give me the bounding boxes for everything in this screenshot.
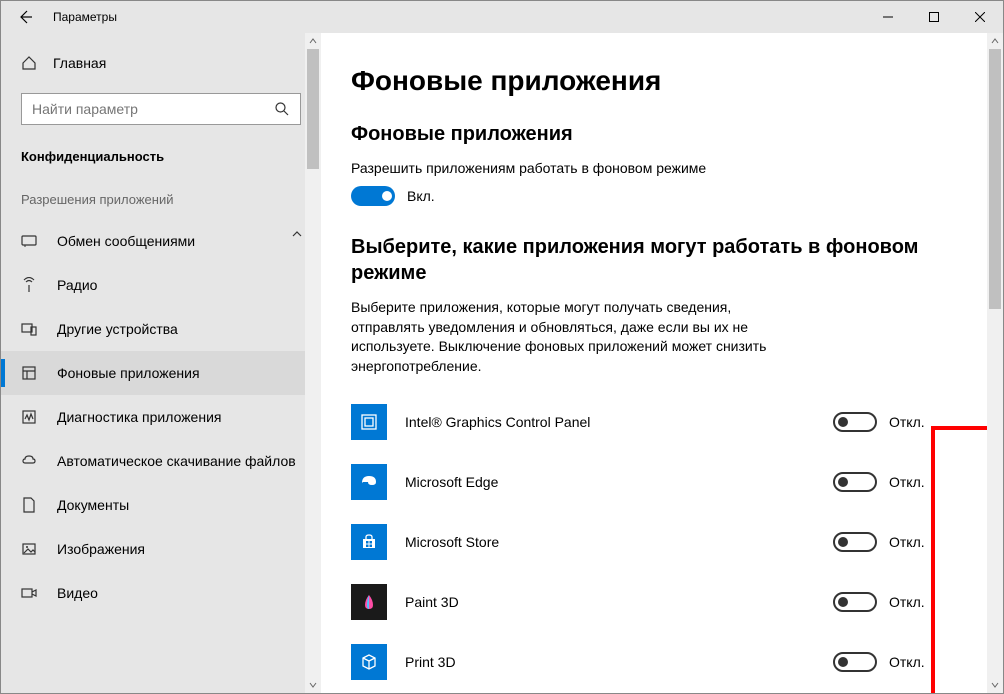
edge-icon <box>351 464 387 500</box>
section2-desc: Выберите приложения, которые могут получ… <box>351 298 771 376</box>
sidebar-item-background-apps[interactable]: Фоновые приложения <box>1 351 321 395</box>
app-toggle-label: Откл. <box>889 594 925 610</box>
master-toggle-row: Вкл. <box>351 186 973 206</box>
print3d-icon <box>351 644 387 680</box>
paint3d-icon <box>351 584 387 620</box>
app-name: Microsoft Edge <box>405 474 833 490</box>
section1-desc: Разрешить приложениям работать в фоновом… <box>351 160 973 176</box>
app-row: Paint 3D Откл. <box>351 572 973 632</box>
app-name: Intel® Graphics Control Panel <box>405 414 833 430</box>
app-toggle[interactable] <box>833 652 877 672</box>
sidebar-item-pictures[interactable]: Изображения <box>1 527 321 571</box>
scroll-thumb[interactable] <box>307 49 319 169</box>
app-row: Print 3D Откл. <box>351 632 973 692</box>
minimize-button[interactable] <box>865 1 911 33</box>
master-toggle[interactable] <box>351 186 395 206</box>
sidebar-item-auto-download[interactable]: Автоматическое скачивание файлов <box>1 439 321 483</box>
sidebar-item-label: Документы <box>57 497 129 513</box>
scroll-up-icon[interactable] <box>987 33 1003 49</box>
app-row: Microsoft Store Откл. <box>351 512 973 572</box>
arrow-left-icon <box>17 9 33 25</box>
titlebar: Параметры <box>1 1 1003 33</box>
sidebar: Главная Конфиденциальность Разрешения пр… <box>1 33 321 693</box>
sidebar-item-label: Другие устройства <box>57 321 178 337</box>
app-name: Paint 3D <box>405 594 833 610</box>
close-button[interactable] <box>957 1 1003 33</box>
app-name: Microsoft Store <box>405 534 833 550</box>
home-label: Главная <box>53 55 106 71</box>
category-title: Конфиденциальность <box>1 139 321 180</box>
scroll-down-icon[interactable] <box>305 677 321 693</box>
app-toggle-label: Откл. <box>889 474 925 490</box>
search-input[interactable] <box>21 93 301 125</box>
sidebar-item-label: Изображения <box>57 541 145 557</box>
diagnostics-icon <box>21 409 37 425</box>
intel-graphics-icon <box>351 404 387 440</box>
scroll-down-icon[interactable] <box>987 677 1003 693</box>
sidebar-item-app-diagnostics[interactable]: Диагностика приложения <box>1 395 321 439</box>
window-title: Параметры <box>49 10 865 24</box>
sidebar-item-label: Обмен сообщениями <box>57 233 195 249</box>
background-apps-icon <box>21 365 37 381</box>
section-label: Разрешения приложений <box>1 180 321 219</box>
settings-window: Параметры Главная Конфиденциальность <box>0 0 1004 694</box>
search-icon <box>274 101 290 117</box>
app-toggle[interactable] <box>833 472 877 492</box>
app-name: Print 3D <box>405 654 833 670</box>
sidebar-item-label: Радио <box>57 277 97 293</box>
app-row: Intel® Graphics Control Panel Откл. <box>351 392 973 452</box>
back-button[interactable] <box>1 1 49 33</box>
sidebar-item-label: Диагностика приложения <box>57 409 221 425</box>
sidebar-item-documents[interactable]: Документы <box>1 483 321 527</box>
messaging-icon <box>21 233 37 249</box>
home-icon <box>21 55 37 71</box>
sidebar-item-label: Видео <box>57 585 98 601</box>
app-toggle-label: Откл. <box>889 414 925 430</box>
main-content: Фоновые приложения Фоновые приложения Ра… <box>321 33 1003 693</box>
app-toggle[interactable] <box>833 532 877 552</box>
master-toggle-label: Вкл. <box>407 188 435 204</box>
pictures-icon <box>21 541 37 557</box>
app-row: Microsoft Edge Откл. <box>351 452 973 512</box>
window-controls <box>865 1 1003 33</box>
search-wrap <box>1 83 321 139</box>
app-toggle[interactable] <box>833 592 877 612</box>
store-icon <box>351 524 387 560</box>
section2-title: Выберите, какие приложения могут работат… <box>351 234 973 286</box>
home-link[interactable]: Главная <box>1 43 321 83</box>
main-scrollbar[interactable] <box>987 33 1003 693</box>
cloud-download-icon <box>21 453 37 469</box>
devices-icon <box>21 321 37 337</box>
sidebar-item-other-devices[interactable]: Другие устройства <box>1 307 321 351</box>
sidebar-item-radio[interactable]: Радио <box>1 263 321 307</box>
scroll-up-icon[interactable] <box>305 33 321 49</box>
maximize-button[interactable] <box>911 1 957 33</box>
section1-title: Фоновые приложения <box>351 123 973 146</box>
app-toggle-label: Откл. <box>889 654 925 670</box>
video-icon <box>21 585 37 601</box>
app-toggle-label: Откл. <box>889 534 925 550</box>
scroll-thumb[interactable] <box>989 49 1001 309</box>
sidebar-item-label: Фоновые приложения <box>57 365 200 381</box>
sidebar-item-messaging[interactable]: Обмен сообщениями <box>1 219 321 263</box>
sidebar-scrollbar[interactable] <box>305 33 321 693</box>
page-title: Фоновые приложения <box>351 65 973 97</box>
body: Главная Конфиденциальность Разрешения пр… <box>1 33 1003 693</box>
radio-icon <box>21 277 37 293</box>
document-icon <box>21 497 37 513</box>
search-field[interactable] <box>32 101 274 117</box>
sidebar-item-video[interactable]: Видео <box>1 571 321 615</box>
app-toggle[interactable] <box>833 412 877 432</box>
sidebar-item-label: Автоматическое скачивание файлов <box>57 453 296 469</box>
